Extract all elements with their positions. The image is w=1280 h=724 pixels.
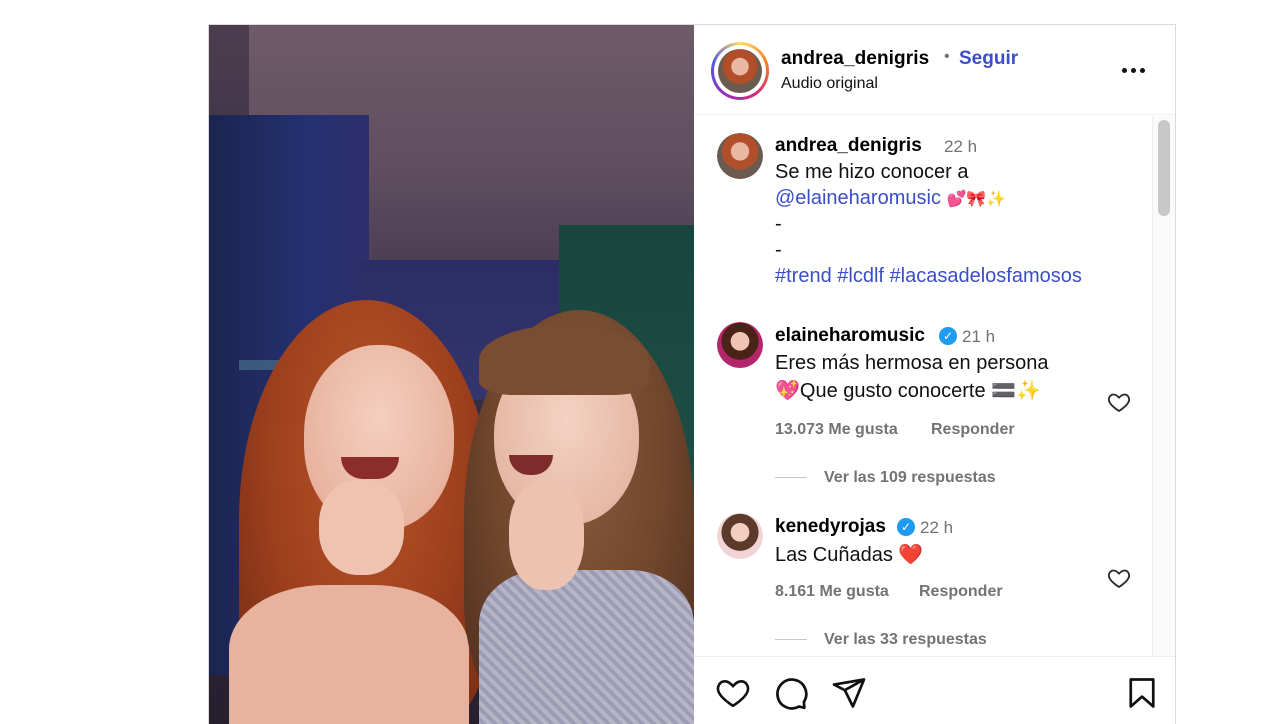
- reply-button[interactable]: Responder: [931, 421, 1015, 439]
- view-replies-button[interactable]: Ver las 33 respuestas: [824, 631, 987, 649]
- caption-emojis: 💕🎀✨: [946, 191, 1007, 208]
- header-username[interactable]: andrea_denigris: [781, 48, 929, 70]
- caption-hashtags[interactable]: #trend #lcdlf #lacasadelosfamosos: [775, 263, 1082, 289]
- like-comment-heart-icon[interactable]: [1106, 566, 1132, 590]
- comment-username[interactable]: kenedyrojas: [775, 516, 886, 538]
- post-video[interactable]: [209, 25, 694, 724]
- caption-line: Se me hizo conocer a: [775, 161, 969, 183]
- caption-username[interactable]: andrea_denigris: [775, 135, 922, 157]
- post-side-panel: andrea_denigris • Seguir Audio original …: [694, 25, 1175, 724]
- avatar[interactable]: [717, 513, 763, 559]
- heart-icon[interactable]: [715, 675, 751, 711]
- follow-button[interactable]: Seguir: [959, 48, 1018, 70]
- comment-likes[interactable]: 13.073 Me gusta: [775, 421, 898, 439]
- bookmark-icon[interactable]: [1124, 675, 1160, 711]
- post-header: andrea_denigris • Seguir Audio original: [694, 25, 1175, 115]
- divider: [775, 639, 807, 640]
- avatar[interactable]: [717, 322, 763, 368]
- avatar: [718, 49, 762, 93]
- separator-dot: •: [944, 48, 950, 65]
- comment-icon[interactable]: [773, 675, 809, 711]
- avatar[interactable]: [717, 133, 763, 179]
- caption-dash: -: [775, 239, 782, 261]
- verified-badge-icon: ✓: [939, 327, 957, 345]
- share-icon[interactable]: [831, 675, 867, 711]
- mention-link[interactable]: @elaineharomusic: [775, 187, 941, 209]
- verified-badge-icon: ✓: [897, 518, 915, 536]
- action-bar: [694, 656, 1175, 724]
- audio-link[interactable]: Audio original: [781, 75, 878, 93]
- post-card: andrea_denigris • Seguir Audio original …: [208, 24, 1176, 724]
- caption-time[interactable]: 22 h: [944, 137, 977, 157]
- comments-list: andrea_denigris 22 h Se me hizo conocer …: [694, 116, 1175, 656]
- comment-time[interactable]: 22 h: [920, 518, 953, 538]
- comment-time[interactable]: 21 h: [962, 327, 995, 347]
- comment-likes[interactable]: 8.161 Me gusta: [775, 583, 889, 601]
- comment-text: Las Cuñadas ❤️: [775, 544, 924, 566]
- reply-button[interactable]: Responder: [919, 583, 1003, 601]
- caption-mention-line: @elaineharomusic 💕🎀✨: [775, 185, 1006, 213]
- more-options-icon[interactable]: [1122, 57, 1148, 83]
- view-replies-button[interactable]: Ver las 109 respuestas: [824, 469, 996, 487]
- divider: [775, 477, 807, 478]
- comment-text: Eres más hermosa en persona: [775, 352, 1049, 374]
- story-ring[interactable]: [711, 42, 769, 100]
- caption-dash: -: [775, 213, 782, 235]
- comment-username[interactable]: elaineharomusic: [775, 325, 925, 347]
- comment-text: 💖Que gusto conocerte 🟰✨: [775, 380, 1041, 402]
- like-comment-heart-icon[interactable]: [1106, 390, 1132, 414]
